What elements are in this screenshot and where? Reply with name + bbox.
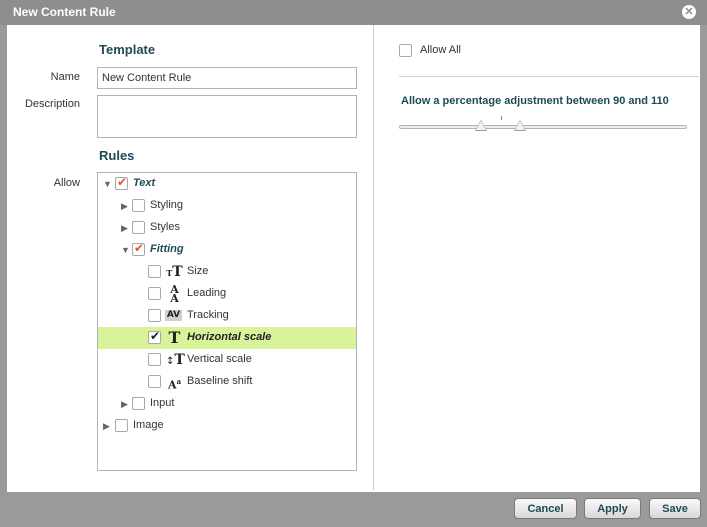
description-label: Description [24,98,80,110]
vertical-scale-icon: ↕T [166,352,185,368]
horizontal-scale-checkbox[interactable] [148,329,161,344]
leading-icon: AA [170,283,179,305]
leading-checkbox[interactable] [148,287,161,300]
tree-item-label: Input [150,397,175,409]
tree-item-styling[interactable]: ▶ Styling [98,195,356,217]
window-title: New Content Rule [13,5,116,19]
tree-item-label: Styles [150,221,180,233]
collapsed-arrow-icon[interactable]: ▶ [121,201,128,212]
tree-item-label: Tracking [187,309,229,321]
expanded-arrow-icon[interactable]: ▼ [103,179,112,189]
dialog-body: Template Name Description Rules Allow ▼ … [7,25,700,492]
tree-item-label: Baseline shift [187,375,253,387]
tree-item-baseline-shift[interactable]: Aa Baseline shift [98,371,356,393]
baseline-shift-checkbox[interactable] [148,375,161,388]
collapsed-arrow-icon[interactable]: ▶ [121,399,128,410]
rules-tree[interactable]: ▼ Text ▶ Styling ▶ Styles ▼ Fitting [97,172,357,471]
allow-all-label: Allow All [420,44,461,56]
tree-item-label: Vertical scale [187,353,252,365]
tracking-checkbox[interactable] [148,309,161,322]
size-checkbox[interactable] [148,265,161,278]
tree-item-label: Text [133,177,156,189]
tracking-icon: AV [165,310,182,321]
tree-item-styles[interactable]: ▶ Styles [98,217,356,239]
collapsed-arrow-icon[interactable]: ▶ [103,421,110,432]
baseline-shift-icon: Aa [167,377,182,392]
name-input[interactable] [97,67,357,89]
tree-item-label: Fitting [150,243,184,255]
tree-item-vertical-scale[interactable]: ↕T Vertical scale [98,349,356,371]
tree-item-image[interactable]: ▶ Image [98,415,356,437]
name-label: Name [50,71,80,83]
close-icon[interactable]: ✕ [682,5,696,19]
allow-all-checkbox[interactable] [399,44,412,57]
vertical-scale-checkbox[interactable] [148,353,161,366]
rules-heading: Rules [99,148,135,163]
allow-label: Allow [53,177,80,189]
input-checkbox[interactable] [132,397,145,410]
expanded-arrow-icon[interactable]: ▼ [121,245,130,255]
styles-checkbox[interactable] [132,221,145,234]
description-input[interactable] [97,95,357,138]
tree-item-label: Horizontal scale [187,331,272,343]
fitting-checkbox[interactable] [132,241,145,256]
tree-item-text[interactable]: ▼ Text [98,173,356,195]
left-panel: Template Name Description Rules Allow ▼ … [7,25,373,492]
slider-min-thumb[interactable] [475,120,487,131]
tree-item-input[interactable]: ▶ Input [98,393,356,415]
styling-checkbox[interactable] [132,199,145,212]
slider-center-tick [501,116,502,120]
tree-item-size[interactable]: TT Size [98,261,356,283]
footer-bar: Cancel Apply Save [0,492,707,527]
template-heading: Template [99,42,156,57]
image-checkbox[interactable] [115,419,128,432]
text-checkbox[interactable] [115,175,128,190]
tree-item-tracking[interactable]: AV Tracking [98,305,356,327]
horizontal-scale-icon: T [168,328,181,347]
apply-button[interactable]: Apply [584,498,641,519]
tree-item-label: Leading [187,287,227,299]
font-size-icon: TT [166,264,183,280]
collapsed-arrow-icon[interactable]: ▶ [121,223,128,234]
percentage-slider-track[interactable] [399,125,687,129]
divider [399,76,699,77]
tree-item-leading[interactable]: AA Leading [98,283,356,305]
slider-label: Allow a percentage adjustment between 90… [401,95,669,107]
tree-item-label: Styling [150,199,184,211]
slider-max-thumb[interactable] [514,120,526,131]
tree-item-fitting[interactable]: ▼ Fitting [98,239,356,261]
tree-item-label: Size [187,265,209,277]
cancel-button[interactable]: Cancel [514,498,577,519]
tree-item-horizontal-scale[interactable]: T Horizontal scale [98,327,356,349]
save-button[interactable]: Save [649,498,701,519]
right-panel: Allow All Allow a percentage adjustment … [374,25,700,492]
title-bar: New Content Rule ✕ [0,0,707,25]
tree-item-label: Image [133,419,164,431]
